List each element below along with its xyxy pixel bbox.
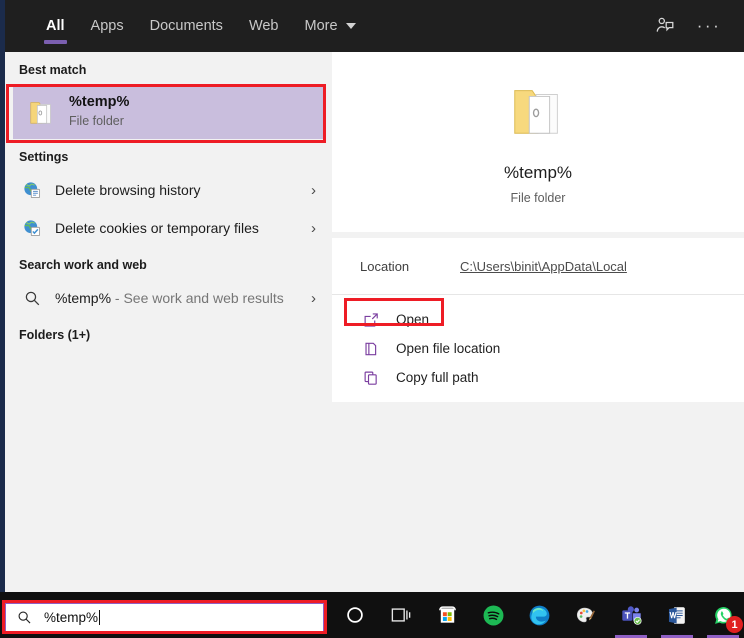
section-folders-title: Folders (1+) (5, 317, 332, 349)
action-open-file-location-label: Open file location (396, 341, 500, 356)
section-settings-title: Settings (5, 139, 332, 171)
tab-more[interactable]: More (292, 0, 369, 52)
location-link[interactable]: C:\Users\binit\AppData\Local (460, 259, 627, 274)
web-result-suffix: - See work and web results (111, 290, 284, 306)
action-open-label: Open (396, 312, 429, 327)
preview-card: %temp% File folder (332, 52, 744, 232)
copy-icon (360, 370, 382, 386)
results-pane: Best match %temp% File folder (5, 52, 332, 592)
action-list: Open Open file location (332, 295, 744, 402)
open-file-location-icon (360, 341, 382, 357)
chevron-right-icon: › (311, 290, 322, 307)
chevron-down-icon (346, 23, 356, 29)
tab-apps-label: Apps (91, 18, 124, 34)
search-input-value: %temp% (44, 610, 100, 625)
taskbar-item-microsoft-edge[interactable] (516, 592, 562, 638)
location-row: Location C:\Users\binit\AppData\Local (332, 238, 744, 294)
settings-item-label: Delete cookies or temporary files (55, 220, 311, 236)
tab-all-label: All (46, 18, 65, 34)
folder-icon (21, 97, 63, 127)
best-match-title: %temp% (69, 93, 129, 113)
large-folder-icon (507, 79, 569, 146)
tab-documents[interactable]: Documents (137, 0, 236, 52)
windows-search-screen: All Apps Documents Web More (0, 0, 744, 638)
preview-header: %temp% File folder (332, 52, 744, 232)
globe-settings-icon (19, 215, 45, 241)
preview-subtitle: File folder (511, 191, 566, 205)
more-options-button[interactable]: ··· (692, 9, 726, 43)
best-match-subtitle: File folder (69, 113, 129, 130)
section-search-work-and-web-title: Search work and web (5, 247, 332, 279)
taskbar-item-microsoft-store[interactable] (424, 592, 470, 638)
best-match-row[interactable]: %temp% File folder (13, 84, 326, 139)
action-copy-full-path[interactable]: Copy full path (332, 363, 744, 392)
tab-web[interactable]: Web (236, 0, 292, 52)
preview-pane: %temp% File folder Location C:\Users\bin… (332, 52, 744, 592)
chevron-right-icon: › (311, 220, 322, 237)
settings-item-delete-cookies-or-temporary-files[interactable]: Delete cookies or temporary files › (5, 209, 332, 247)
search-header: All Apps Documents Web More (5, 0, 744, 52)
search-icon (19, 285, 45, 311)
search-icon (17, 610, 32, 625)
taskbar-item-microsoft-word[interactable] (654, 592, 700, 638)
search-input[interactable]: %temp% (5, 603, 324, 632)
tab-apps[interactable]: Apps (78, 0, 137, 52)
chevron-right-icon: › (311, 182, 322, 199)
preview-title: %temp% (504, 162, 572, 184)
web-result-query: %temp% (55, 290, 111, 306)
taskbar-item-task-view[interactable] (378, 592, 424, 638)
taskbar-item-microsoft-teams[interactable] (608, 592, 654, 638)
text-cursor (99, 610, 100, 625)
location-card: Location C:\Users\binit\AppData\Local Op… (332, 238, 744, 402)
action-open-file-location[interactable]: Open file location (332, 334, 744, 363)
location-label: Location (360, 259, 460, 274)
action-copy-full-path-label: Copy full path (396, 370, 479, 385)
tab-documents-label: Documents (150, 18, 223, 34)
search-tabs: All Apps Documents Web More (5, 0, 369, 52)
action-open[interactable]: Open (332, 305, 744, 334)
taskbar-item-whatsapp[interactable]: 1 (700, 592, 744, 638)
settings-item-label: Delete browsing history (55, 182, 311, 198)
taskbar-item-cortana[interactable] (332, 592, 378, 638)
globe-settings-icon (19, 177, 45, 203)
ellipsis-icon: ··· (697, 16, 721, 36)
header-actions: ··· (648, 0, 744, 52)
section-best-match-title: Best match (5, 52, 332, 84)
web-result-item[interactable]: %temp% - See work and web results › (5, 279, 332, 317)
settings-item-delete-browsing-history[interactable]: Delete browsing history › (5, 171, 332, 209)
tab-more-label: More (305, 18, 338, 34)
taskbar-item-spotify[interactable] (470, 592, 516, 638)
taskbar-items: 1 (332, 592, 744, 638)
tab-web-label: Web (249, 18, 279, 34)
tab-all[interactable]: All (33, 0, 78, 52)
open-icon (360, 312, 382, 328)
whatsapp-badge: 1 (726, 616, 743, 633)
best-match-text: %temp% File folder (69, 93, 129, 129)
search-input-text: %temp% (44, 610, 98, 625)
best-match-group: %temp% File folder (5, 84, 332, 139)
feedback-button[interactable] (648, 9, 682, 43)
taskbar-item-paint[interactable] (562, 592, 608, 638)
web-result-label: %temp% - See work and web results (55, 290, 311, 306)
